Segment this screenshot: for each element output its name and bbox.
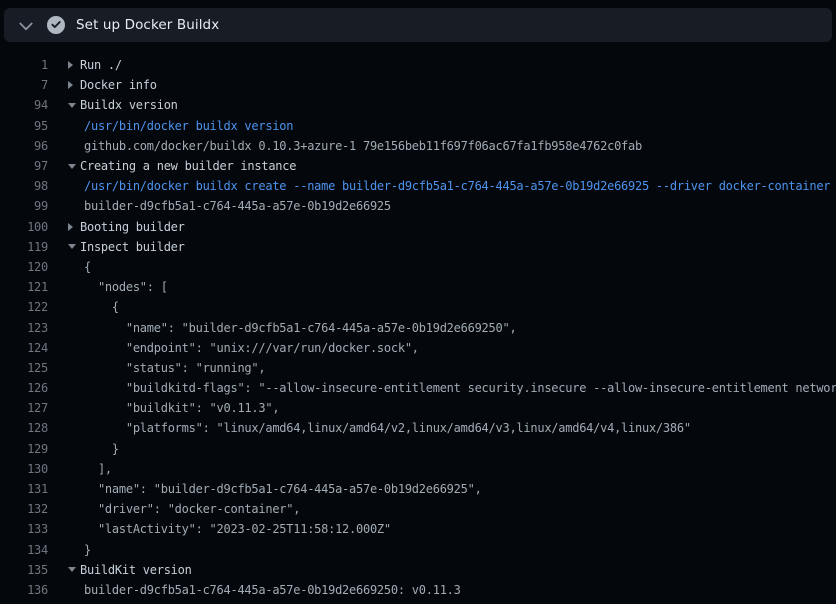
log-line: 123 "name": "builder-d9cfb5a1-c764-445a-…	[0, 317, 836, 337]
log-group-title[interactable]: Booting builder	[80, 220, 185, 234]
log-line: 97 Creating a new builder instance	[0, 156, 836, 176]
check-circle-icon	[47, 16, 65, 34]
line-number-link[interactable]: 128	[0, 421, 48, 435]
log-line: 129 }	[0, 439, 836, 459]
log-line: 132 "driver": "docker-container",	[0, 499, 836, 519]
line-number-link[interactable]: 122	[0, 300, 48, 314]
line-number-link[interactable]: 96	[0, 139, 48, 153]
line-number-link[interactable]: 124	[0, 341, 48, 355]
log-output-text: "buildkitd-flags": "--allow-insecure-ent…	[84, 381, 836, 395]
log-output-text: "endpoint": "unix:///var/run/docker.sock…	[84, 341, 419, 355]
line-number-link[interactable]: 133	[0, 522, 48, 536]
line-number-link[interactable]: 126	[0, 381, 48, 395]
log-output-text: "nodes": [	[84, 280, 168, 294]
line-number-link[interactable]: 120	[0, 260, 48, 274]
log-line: 96 github.com/docker/buildx 0.10.3+azure-…	[0, 136, 836, 156]
log-output-text: }	[84, 442, 119, 456]
line-number-link[interactable]: 119	[0, 240, 48, 254]
log-line: 121 "nodes": [	[0, 277, 836, 297]
log-line: 126 "buildkitd-flags": "--allow-insecure…	[0, 378, 836, 398]
log-output-text: github.com/docker/buildx 0.10.3+azure-1 …	[84, 139, 642, 153]
log-group-title[interactable]: Creating a new builder instance	[80, 159, 296, 173]
log-line: 122 {	[0, 297, 836, 317]
log-line: 99 builder-d9cfb5a1-c764-445a-a57e-0b19d2…	[0, 196, 836, 216]
line-number-link[interactable]: 136	[0, 583, 48, 597]
triangle-right-icon[interactable]	[68, 61, 80, 69]
log-line: 130 ],	[0, 459, 836, 479]
triangle-right-icon[interactable]	[68, 223, 80, 231]
log-output-text: "driver": "docker-container",	[84, 502, 300, 516]
log-output-text: "status": "running",	[84, 361, 265, 375]
log-output-text: "name": "builder-d9cfb5a1-c764-445a-a57e…	[84, 482, 482, 496]
log-line: 94 Buildx version	[0, 95, 836, 115]
line-number-link[interactable]: 130	[0, 462, 48, 476]
log-line: 1 Run ./	[0, 55, 836, 75]
log-output-text: "platforms": "linux/amd64,linux/amd64/v2…	[84, 421, 691, 435]
line-number-link[interactable]: 121	[0, 280, 48, 294]
log-content: 1 Run ./ 7 Docker info 94 Buildx version 95/us…	[0, 42, 836, 604]
triangle-down-icon[interactable]	[68, 567, 80, 572]
line-number-link[interactable]: 132	[0, 502, 48, 516]
log-output-text: "lastActivity": "2023-02-25T11:58:12.000…	[84, 522, 391, 536]
log-line: 127 "buildkit": "v0.11.3",	[0, 398, 836, 418]
line-number-link[interactable]: 127	[0, 401, 48, 415]
log-output-text: ],	[84, 462, 112, 476]
triangle-right-icon[interactable]	[68, 81, 80, 89]
step-header[interactable]: Set up Docker Buildx	[4, 8, 832, 42]
log-line: 134}	[0, 540, 836, 560]
log-command-text: /usr/bin/docker buildx version	[84, 119, 293, 133]
log-group-title[interactable]: BuildKit version	[80, 563, 192, 577]
triangle-down-icon[interactable]	[68, 244, 80, 249]
chevron-down-icon[interactable]	[18, 17, 34, 33]
log-line: 128 "platforms": "linux/amd64,linux/amd6…	[0, 418, 836, 438]
log-line: 120 {	[0, 257, 836, 277]
log-line: 119 Inspect builder	[0, 237, 836, 257]
line-number-link[interactable]: 123	[0, 321, 48, 335]
actions-log-viewer: Set up Docker Buildx 1 Run ./ 7 Docker info…	[0, 0, 836, 604]
line-number-link[interactable]: 134	[0, 543, 48, 557]
log-line: 124 "endpoint": "unix:///var/run/docker.…	[0, 338, 836, 358]
line-number-link[interactable]: 135	[0, 563, 48, 577]
line-number-link[interactable]: 125	[0, 361, 48, 375]
log-output-text: "name": "builder-d9cfb5a1-c764-445a-a57e…	[84, 321, 516, 335]
log-output-text: {	[84, 300, 119, 314]
line-number-link[interactable]: 100	[0, 220, 48, 234]
line-number-link[interactable]: 131	[0, 482, 48, 496]
log-output-text: {	[84, 260, 91, 274]
log-output-text: }	[84, 543, 91, 557]
line-number-link[interactable]: 129	[0, 442, 48, 456]
line-number-link[interactable]: 7	[0, 78, 48, 92]
log-line: 131 "name": "builder-d9cfb5a1-c764-445a-…	[0, 479, 836, 499]
line-number-link[interactable]: 1	[0, 58, 48, 72]
log-group-title[interactable]: Inspect builder	[80, 240, 185, 254]
log-line: 125 "status": "running",	[0, 358, 836, 378]
log-line: 7 Docker info	[0, 75, 836, 95]
line-number-link[interactable]: 98	[0, 179, 48, 193]
triangle-down-icon[interactable]	[68, 164, 80, 169]
log-line: 136 builder-d9cfb5a1-c764-445a-a57e-0b19d…	[0, 580, 836, 600]
triangle-down-icon[interactable]	[68, 103, 80, 108]
log-line: 133 "lastActivity": "2023-02-25T11:58:12…	[0, 519, 836, 539]
line-number-link[interactable]: 97	[0, 159, 48, 173]
log-command-text: /usr/bin/docker buildx create --name bui…	[84, 179, 830, 193]
log-line: 135 BuildKit version	[0, 560, 836, 580]
log-group-title[interactable]: Run ./	[80, 58, 122, 72]
log-line: 95/usr/bin/docker buildx version	[0, 116, 836, 136]
log-output-text: "buildkit": "v0.11.3",	[84, 401, 279, 415]
log-output-text: builder-d9cfb5a1-c764-445a-a57e-0b19d2e6…	[84, 199, 391, 213]
log-line: 98/usr/bin/docker buildx create --name b…	[0, 176, 836, 196]
line-number-link[interactable]: 99	[0, 199, 48, 213]
log-output-text: builder-d9cfb5a1-c764-445a-a57e-0b19d2e6…	[84, 583, 461, 597]
log-line: 100 Booting builder	[0, 217, 836, 237]
line-number-link[interactable]: 95	[0, 119, 48, 133]
line-number-link[interactable]: 94	[0, 98, 48, 112]
log-group-title[interactable]: Buildx version	[80, 98, 178, 112]
log-group-title[interactable]: Docker info	[80, 78, 157, 92]
step-title: Set up Docker Buildx	[76, 17, 219, 33]
